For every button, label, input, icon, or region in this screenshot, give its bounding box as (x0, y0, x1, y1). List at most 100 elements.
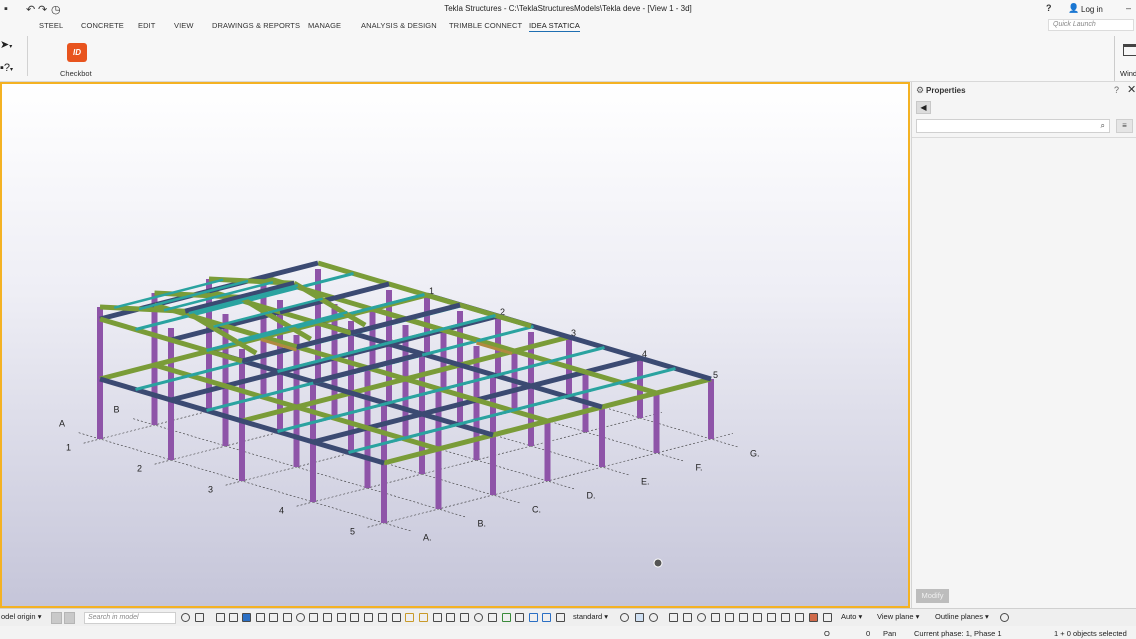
select-weld-icon[interactable] (269, 613, 278, 622)
tab-steel[interactable]: STEEL (39, 21, 63, 30)
select-grid-icon[interactable] (256, 613, 265, 622)
checkbot-icon[interactable]: ID (67, 43, 87, 62)
select-surface-icon[interactable] (309, 613, 318, 622)
secondary-beam[interactable] (620, 367, 676, 384)
snap-reference-icon[interactable] (781, 613, 790, 622)
select-rebar-icon[interactable] (405, 613, 414, 622)
secondary-beam[interactable] (298, 272, 354, 289)
secondary-beam[interactable] (331, 342, 387, 359)
select-line-icon[interactable] (283, 613, 292, 622)
tab-analysis-design[interactable]: ANALYSIS & DESIGN (361, 21, 437, 30)
tab-view[interactable]: VIEW (174, 21, 194, 30)
close-icon[interactable]: ✕ (1127, 83, 1136, 96)
select-group-icon[interactable] (460, 613, 469, 622)
select-blue2-icon[interactable] (542, 613, 551, 622)
snap-nearest-icon[interactable] (753, 613, 762, 622)
rotation-center-marker[interactable] (653, 558, 663, 568)
secondary-beam[interactable] (331, 402, 387, 419)
secondary-beam[interactable] (495, 360, 551, 377)
minimize-button[interactable]: – (1126, 3, 1131, 13)
steel-structure-3d[interactable]: 12345ABCDEFGA.B.C.D.E.F.G.12345xyz (2, 84, 908, 606)
tab-concrete[interactable]: CONCRETE (81, 21, 124, 30)
secondary-beam[interactable] (206, 395, 262, 412)
secondary-beam[interactable] (369, 293, 425, 310)
auto-dropdown[interactable]: Auto ▾ (841, 612, 862, 624)
snap-toggle-icon[interactable] (635, 613, 644, 622)
tab-drawings-reports[interactable]: DRAWINGS & REPORTS (212, 21, 300, 30)
secondary-beam[interactable] (440, 374, 496, 391)
select-layer-icon[interactable] (488, 613, 497, 622)
select-blue-icon[interactable] (529, 613, 538, 622)
select-assembly-icon[interactable] (242, 613, 251, 622)
select-green-icon[interactable] (502, 613, 511, 622)
secondary-beam[interactable] (549, 346, 605, 363)
snap-extend-icon[interactable] (823, 613, 832, 622)
select-circle-icon[interactable] (474, 613, 483, 622)
select-filter-icon[interactable]: ▪?▾ (0, 62, 13, 74)
select-point-icon[interactable] (296, 613, 305, 622)
secondary-beam[interactable] (511, 395, 567, 412)
select-drawing-icon[interactable] (446, 613, 455, 622)
select-misc-icon[interactable] (556, 613, 565, 622)
select-bolt-icon[interactable] (323, 613, 332, 622)
select-arrow-icon[interactable]: ➤▾ (0, 38, 12, 51)
model-viewport[interactable]: 12345ABCDEFGA.B.C.D.E.F.G.12345xyz (0, 82, 910, 608)
properties-search-input[interactable]: ⌕ (916, 119, 1110, 133)
secondary-beam[interactable] (348, 437, 404, 454)
help-icon[interactable]: ? (1114, 85, 1119, 95)
secondary-beam[interactable] (260, 381, 316, 398)
selection-filter-dropdown[interactable]: standard ▾ (573, 612, 608, 624)
select-icon[interactable] (216, 613, 225, 622)
select-part-icon[interactable] (229, 613, 238, 622)
secondary-beam[interactable] (566, 381, 622, 398)
select-view-icon[interactable] (364, 613, 373, 622)
select-pour-icon[interactable] (515, 613, 524, 622)
select-reinforcement-icon[interactable] (337, 613, 346, 622)
secondary-beam[interactable] (135, 314, 191, 331)
snap-geometry-icon[interactable] (795, 613, 804, 622)
secondary-beam[interactable] (457, 409, 513, 426)
tab-manage[interactable]: MANAGE (308, 21, 341, 30)
list-view-icon[interactable]: ≡ (1116, 119, 1133, 133)
secondary-beam[interactable] (189, 360, 245, 377)
secondary-beam[interactable] (478, 325, 534, 342)
tab-trimble-connect[interactable]: TRIMBLE CONNECT (449, 21, 522, 30)
select-mark-icon[interactable] (419, 613, 428, 622)
select-plane-icon[interactable] (378, 613, 387, 622)
gear-icon[interactable]: ⚙ (916, 85, 924, 96)
snap-intersect-icon[interactable] (711, 613, 720, 622)
help-icon[interactable]: ? (1046, 3, 1052, 13)
select-object-icon[interactable] (433, 613, 442, 622)
secondary-beam[interactable] (386, 328, 442, 345)
eye-toggle-icon[interactable] (1000, 613, 1009, 622)
origin-settings-button[interactable] (64, 612, 75, 624)
secondary-beam[interactable] (386, 388, 442, 405)
eye-icon[interactable] (649, 613, 658, 622)
tab-edit[interactable]: EDIT (138, 21, 155, 30)
outline-planes-dropdown[interactable]: Outline planes ▾ (935, 612, 989, 624)
secondary-beam[interactable] (402, 423, 458, 440)
quick-launch-input[interactable]: Quick Launch (1048, 19, 1134, 31)
back-button[interactable]: ◀ (916, 101, 931, 114)
secondary-beam[interactable] (277, 416, 333, 433)
select-component-icon[interactable] (392, 613, 401, 622)
secondary-beam[interactable] (424, 339, 480, 356)
snap-line-icon[interactable] (739, 613, 748, 622)
snap-perpendicular-icon[interactable] (725, 613, 734, 622)
snap-override-icon[interactable] (809, 613, 818, 622)
snap-mid-icon[interactable] (683, 613, 692, 622)
search-icon[interactable] (181, 613, 190, 622)
secondary-beam[interactable] (135, 374, 191, 391)
user-icon[interactable]: 👤 (1068, 3, 1079, 14)
model-origin-dropdown[interactable]: odel origin ▾ (1, 612, 41, 624)
snap-free-icon[interactable] (767, 613, 776, 622)
search-in-model-input[interactable]: Search in model (84, 612, 176, 624)
add-origin-button[interactable] (51, 612, 62, 624)
zoom-icon[interactable] (195, 613, 204, 622)
select-cut-icon[interactable] (350, 613, 359, 622)
snap-center-icon[interactable] (697, 613, 706, 622)
snap-settings-icon[interactable] (620, 613, 629, 622)
snap-end-icon[interactable] (669, 613, 678, 622)
secondary-beam[interactable] (277, 356, 333, 373)
checkbot-button-label[interactable]: Checkbot (60, 69, 92, 78)
